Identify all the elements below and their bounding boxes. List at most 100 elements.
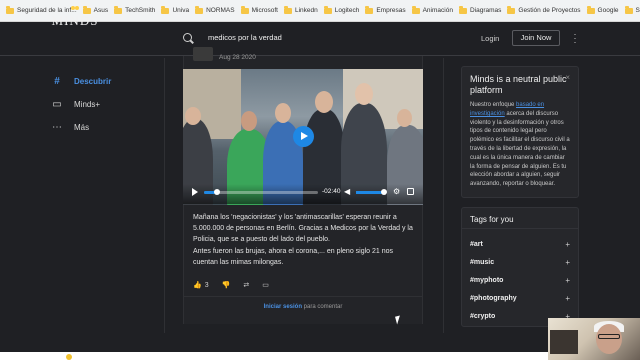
vote-down-button[interactable]: 👎 (222, 281, 231, 289)
vote-up-button[interactable]: 👍 3 (193, 281, 209, 290)
person-head (241, 111, 257, 131)
bookmark-item[interactable]: TechSmith (114, 6, 155, 14)
folder-icon (6, 6, 14, 14)
webcam-person (596, 324, 622, 354)
webcam-background-shelf (550, 330, 578, 354)
sidebar-item-minds-plus[interactable]: ▭ Minds+ (50, 93, 160, 116)
neutral-platform-card: × Minds is a neutral public platform Nue… (461, 66, 579, 198)
tags-list: #art + #music + #myphoto + #photography + #crypt… (470, 235, 570, 325)
comment-icon: ▭ (262, 282, 269, 289)
bookmark-item[interactable]: Logitech (323, 6, 359, 14)
folder-icon (507, 6, 516, 14)
folder-icon (195, 6, 204, 14)
bookmark-item[interactable]: Diagramas (458, 6, 502, 14)
tag-row[interactable]: #photography + (470, 289, 570, 307)
add-tag-icon[interactable]: + (565, 294, 570, 303)
tags-card: Tags for you #art + #music + #myphoto + #photo… (461, 207, 579, 327)
sidebar-item-label: Descubrir (74, 77, 112, 86)
gear-icon[interactable]: ⚙ (393, 188, 400, 196)
tag-row[interactable]: #myphoto + (470, 271, 570, 289)
comment-prompt: Iniciar sesión para comentar (183, 304, 423, 310)
bookmark-item[interactable]: Univa (161, 6, 190, 14)
volume-handle[interactable] (381, 189, 387, 195)
glasses-icon (598, 334, 620, 339)
remind-button[interactable]: ⇄ (243, 281, 249, 289)
tags-divider (462, 228, 578, 229)
avatar[interactable] (193, 47, 213, 61)
folder-icon (240, 6, 249, 14)
bookmark-item[interactable]: Linkedn (283, 6, 318, 14)
post-text: Mañana los 'negacionistas' y los 'antima… (193, 212, 415, 268)
bookmark-item[interactable]: Streaming Video (624, 6, 640, 14)
tag-row[interactable]: #music + (470, 253, 570, 271)
person-head (355, 83, 373, 105)
search-icon[interactable] (183, 33, 192, 42)
bookmark-label: Microsoft (251, 7, 278, 14)
kebab-menu-icon[interactable]: · · · (573, 30, 577, 47)
right-divider (443, 58, 444, 333)
bookmark-item[interactable]: Google (586, 6, 619, 14)
minds-logo[interactable]: MINDS (50, 6, 100, 30)
more-dots-icon: ⋯ (52, 122, 62, 133)
volume-fill (356, 191, 382, 194)
person-head (185, 107, 201, 125)
sidebar-item-mas[interactable]: ⋯ Más (50, 116, 160, 139)
bookmark-item[interactable]: Animación (411, 6, 453, 14)
bookmark-item[interactable]: Empresas (365, 6, 406, 14)
tags-title: Tags for you (470, 215, 514, 224)
tv-icon: ▭ (52, 99, 62, 110)
folder-icon (411, 6, 420, 14)
thumbs-down-icon: 👎 (221, 282, 231, 289)
taskbar-app-icon[interactable] (66, 354, 72, 360)
bookmark-label: Streaming Video (635, 7, 640, 14)
person-head (397, 109, 412, 127)
sidebar-item-descubrir[interactable]: # Descubrir (50, 70, 160, 93)
thumbs-up-icon: 👍 (193, 282, 202, 289)
video-progress-handle[interactable] (214, 189, 220, 195)
bookmark-item[interactable]: Gestión de Proyectos (507, 6, 581, 14)
hashtag-icon: # (54, 76, 60, 87)
bookmark-label: Univa (172, 7, 190, 14)
close-icon[interactable]: × (565, 73, 570, 82)
post-paragraph: Antes fueron las brujas, ahora el corona… (193, 247, 394, 266)
comment-button[interactable]: ▭ (262, 281, 269, 289)
taskbar (0, 352, 548, 360)
tag-label: #art (470, 240, 483, 248)
neutral-card-title: Minds is a neutral public platform (470, 74, 567, 95)
bookmark-label: Google (597, 7, 619, 14)
logo-text: MINDS (51, 13, 99, 28)
tag-row[interactable]: #art + (470, 235, 570, 253)
tag-label: #myphoto (470, 276, 504, 284)
logo-mark-icon (68, 6, 82, 12)
repeat-icon: ⇄ (243, 282, 250, 289)
tag-label: #photography (470, 294, 517, 302)
neutral-body-text: Nuestro enfoque (470, 102, 517, 108)
bookmark-label: Empresas (376, 7, 406, 14)
video-progress-bar[interactable] (204, 191, 318, 194)
search-input[interactable]: medicos por la verdad (208, 33, 282, 42)
bookmark-label: NORMAS (206, 7, 235, 14)
bookmark-label: Diagramas (469, 7, 502, 14)
login-button[interactable]: Login (481, 34, 499, 43)
volume-icon[interactable]: ◀ (344, 188, 350, 196)
fullscreen-icon[interactable] (407, 188, 414, 195)
post-paragraph: Mañana los 'negacionistas' y los 'antima… (193, 214, 413, 244)
play-icon[interactable] (192, 188, 198, 196)
left-divider (164, 58, 165, 333)
person-head (275, 103, 291, 123)
video-play-button[interactable] (293, 126, 314, 147)
tag-label: #crypto (470, 312, 496, 320)
folder-icon (283, 6, 292, 14)
login-to-comment-link[interactable]: Iniciar sesión (264, 304, 302, 310)
add-tag-icon[interactable]: + (565, 240, 570, 249)
folder-icon (624, 6, 633, 14)
bookmark-item[interactable]: Microsoft (240, 6, 278, 14)
join-now-button[interactable]: Join Now (512, 30, 560, 46)
bookmark-label: Linkedn (294, 7, 318, 14)
add-tag-icon[interactable]: + (565, 276, 570, 285)
bookmark-item[interactable]: NORMAS (195, 6, 235, 14)
add-tag-icon[interactable]: + (565, 258, 570, 267)
bookmark-label: Gestión de Proyectos (518, 7, 581, 14)
folder-icon (114, 6, 123, 14)
folder-icon (161, 6, 170, 14)
